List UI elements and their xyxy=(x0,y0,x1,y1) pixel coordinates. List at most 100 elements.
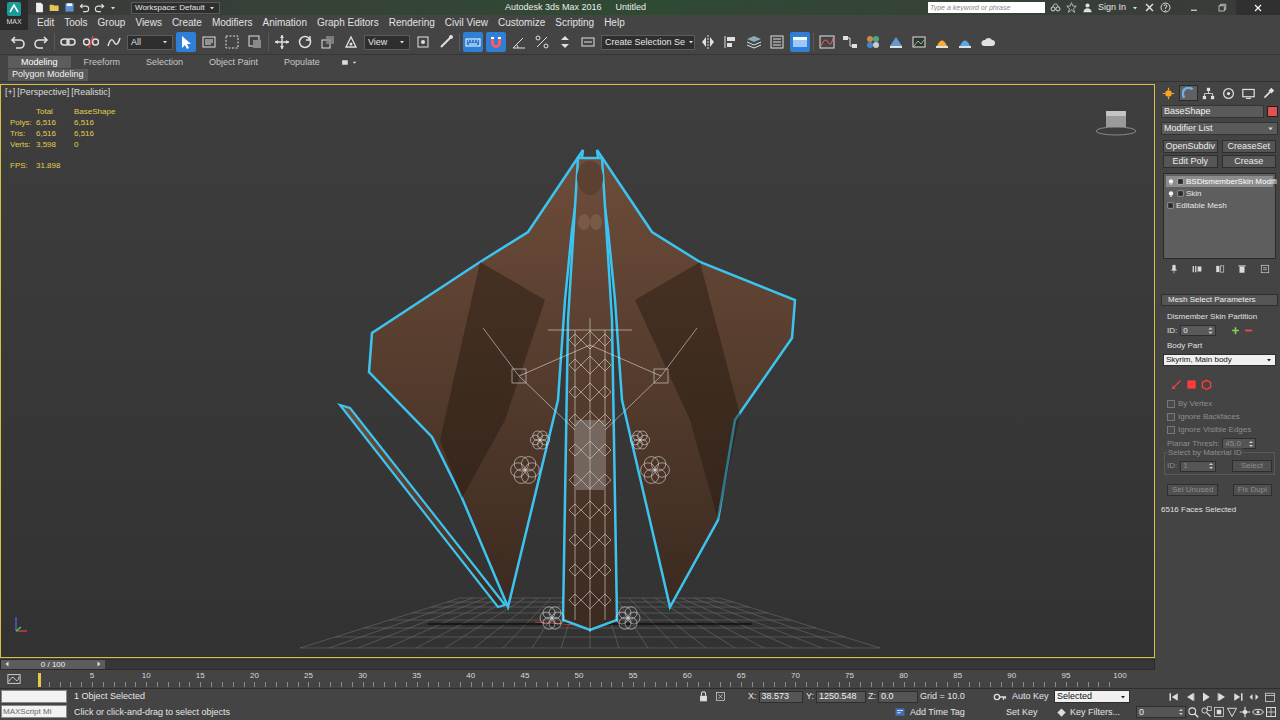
select-and-manipulate-button[interactable] xyxy=(436,32,456,52)
modifier-set-button[interactable]: Crease xyxy=(1222,155,1277,168)
light-bulb-icon[interactable] xyxy=(1167,178,1175,186)
quick-access-menu-icon[interactable] xyxy=(109,4,117,12)
previous-frame-icon[interactable] xyxy=(3,660,11,668)
keyboard-shortcut-override-button[interactable] xyxy=(463,32,483,52)
key-filters-button[interactable]: Key Filters... xyxy=(1070,707,1120,717)
show-end-result-icon[interactable] xyxy=(1192,264,1202,274)
undo-icon[interactable] xyxy=(79,2,90,13)
modifier-stack-item[interactable]: Editable Mesh xyxy=(1166,200,1273,211)
reference-coordinate-system[interactable]: View xyxy=(364,35,410,50)
configure-modifier-sets-icon[interactable] xyxy=(1260,264,1270,274)
checkbox[interactable] xyxy=(1167,426,1175,434)
key-mode-toggle-icon[interactable] xyxy=(1248,691,1260,703)
key-mode-icon[interactable] xyxy=(993,690,1007,704)
checkbox[interactable] xyxy=(1167,400,1175,408)
zoom-extents-icon[interactable] xyxy=(1213,706,1225,718)
close-button[interactable] xyxy=(1236,0,1280,15)
ribbon-tab[interactable]: Freeform xyxy=(71,56,134,68)
zoom-icon[interactable] xyxy=(1187,706,1199,718)
ribbon-tab[interactable]: Object Paint xyxy=(196,56,271,68)
menu-item[interactable]: Modifiers xyxy=(207,17,258,29)
command-panel-tab[interactable] xyxy=(1159,85,1178,101)
checkbox-row[interactable]: By Vertex xyxy=(1167,399,1272,409)
save-icon[interactable] xyxy=(64,2,75,13)
minimize-button[interactable] xyxy=(1180,0,1208,15)
modifier-set-button[interactable]: OpenSubdiv xyxy=(1163,140,1218,153)
stack-item-box-icon[interactable] xyxy=(1177,178,1184,185)
auto-key-button[interactable]: Auto Key xyxy=(1012,691,1049,701)
rollout-button[interactable]: Fix Dupl xyxy=(1233,484,1272,496)
stack-item-toggles[interactable] xyxy=(1167,178,1184,186)
element-selection-icon[interactable] xyxy=(1201,379,1212,390)
restore-button[interactable] xyxy=(1208,0,1236,15)
menu-item[interactable]: Tools xyxy=(59,17,92,29)
menu-item[interactable]: Edit xyxy=(32,17,59,29)
search-field[interactable] xyxy=(928,2,1045,13)
maxscript-output[interactable] xyxy=(1,690,67,703)
render-in-cloud-button[interactable] xyxy=(978,32,998,52)
user-icon[interactable] xyxy=(1082,2,1093,13)
ribbon-options-arrow-icon[interactable] xyxy=(351,59,358,66)
orbit-icon[interactable] xyxy=(1252,706,1264,718)
modifier-list-dropdown[interactable]: Modifier List xyxy=(1161,122,1278,135)
make-unique-icon[interactable] xyxy=(1215,264,1225,274)
maxscript-listener[interactable]: MAXScript Mi xyxy=(1,705,67,718)
use-pivot-center-button[interactable] xyxy=(413,32,433,52)
z-coordinate[interactable]: 0.0 xyxy=(878,691,918,703)
render-iterative-button[interactable] xyxy=(955,32,975,52)
viewport-label[interactable]: [+] xyxy=(5,87,15,98)
percent-snap-button[interactable] xyxy=(532,32,552,52)
absolute-mode-icon[interactable] xyxy=(715,691,726,702)
x-coordinate[interactable]: 38.573 xyxy=(759,691,803,703)
viewport-label[interactable]: [Realistic] xyxy=(71,87,110,98)
redo-icon[interactable] xyxy=(94,2,105,13)
field-of-view-icon[interactable] xyxy=(1226,706,1238,718)
pin-stack-icon[interactable] xyxy=(1169,264,1179,274)
modifier-set-button[interactable]: CreaseSet xyxy=(1222,140,1277,153)
ribbon-tab[interactable]: Populate xyxy=(271,56,333,68)
play-icon[interactable] xyxy=(1200,691,1212,703)
next-frame-icon[interactable] xyxy=(95,660,103,668)
spinner-snap-button[interactable] xyxy=(555,32,575,52)
menu-item[interactable]: Create xyxy=(167,17,207,29)
go-to-end-icon[interactable] xyxy=(1232,691,1244,703)
undo-button[interactable] xyxy=(8,32,28,52)
snaps-toggle-button[interactable] xyxy=(486,32,506,52)
checkbox-row[interactable]: Ignore Visible Edges xyxy=(1167,425,1272,435)
selection-lock-icon[interactable] xyxy=(698,691,709,702)
go-to-start-icon[interactable] xyxy=(1168,691,1180,703)
key-mode-dropdown[interactable]: Selected xyxy=(1054,690,1130,703)
menu-item[interactable]: Customize xyxy=(493,17,550,29)
modifier-set-button[interactable]: Edit Poly xyxy=(1163,155,1218,168)
zoom-all-icon[interactable] xyxy=(1200,706,1212,718)
viewport[interactable]: [+][Perspective][Realistic]TotalBaseShap… xyxy=(0,84,1155,658)
viewport-label[interactable]: [Perspective] xyxy=(17,87,69,98)
sign-in-link[interactable]: Sign In xyxy=(1098,2,1126,13)
menu-item[interactable]: Graph Editors xyxy=(312,17,384,29)
menu-item[interactable]: Rendering xyxy=(384,17,440,29)
ribbon-panel-title[interactable]: Polygon Modeling xyxy=(12,69,84,80)
stack-item-box-icon[interactable] xyxy=(1177,190,1184,197)
light-bulb-icon[interactable] xyxy=(1167,190,1175,198)
select-and-place-button[interactable] xyxy=(341,32,361,52)
time-slider-track[interactable]: 0 / 100 xyxy=(0,659,1155,670)
material-id-spinner[interactable]: 1 xyxy=(1180,461,1216,472)
sign-in-menu-icon[interactable] xyxy=(1131,4,1139,12)
partition-id-spinner[interactable]: 0 xyxy=(1180,325,1216,336)
select-and-rotate-button[interactable] xyxy=(295,32,315,52)
menu-item[interactable]: Animation xyxy=(257,17,311,29)
y-coordinate[interactable]: 1250.548 xyxy=(816,691,866,703)
align-button[interactable] xyxy=(721,32,741,52)
curve-editor-button[interactable] xyxy=(817,32,837,52)
select-material-button[interactable]: Select xyxy=(1232,460,1272,472)
rollout-header[interactable]: Mesh Select Parameters xyxy=(1161,294,1278,306)
newfile-icon[interactable] xyxy=(34,2,45,13)
named-selection-sets[interactable]: Create Selection Se xyxy=(601,35,695,50)
ribbon-tab[interactable]: Selection xyxy=(133,56,196,68)
checkbox-row[interactable]: Ignore Backfaces xyxy=(1167,412,1272,422)
toggle-ribbon-button[interactable] xyxy=(790,32,810,52)
rollout-button[interactable]: Sel Unused xyxy=(1167,484,1218,496)
edit-named-selection-button[interactable] xyxy=(578,32,598,52)
next-frame-icon[interactable] xyxy=(1216,691,1228,703)
remove-partition-icon[interactable] xyxy=(1244,326,1253,335)
